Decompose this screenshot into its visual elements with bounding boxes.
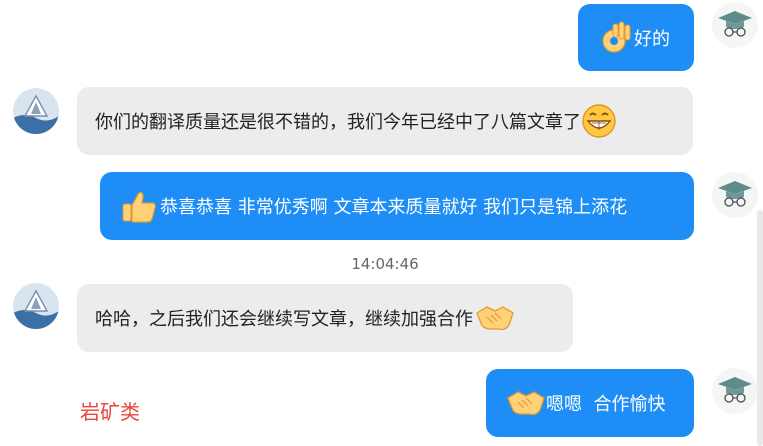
message-text: 好的 [634, 28, 670, 50]
avatar-self[interactable] [712, 368, 758, 414]
ok-hand-emoji [600, 20, 634, 56]
message-timestamp: 14:04:46 [351, 255, 419, 273]
message-bubble-self[interactable]: 好的 [578, 4, 694, 71]
message-bubble-contact[interactable]: 哈哈，之后我们还会继续写文章，继续加强合作 [77, 284, 573, 352]
thumbs-up-emoji [120, 187, 158, 225]
landscape-logo-avatar-icon [13, 88, 59, 134]
message-text: 你们的翻译质量还是很不错的，我们今年已经中了八篇文章了 [95, 112, 581, 133]
message-text: 嗯嗯 合作愉快 [546, 394, 666, 415]
message-bubble-contact[interactable]: 你们的翻译质量还是很不错的，我们今年已经中了八篇文章了 [77, 87, 693, 155]
message-bubble-self[interactable]: 嗯嗯 合作愉快 [486, 369, 694, 437]
avatar-self[interactable] [712, 2, 758, 48]
message-text: 恭喜恭喜 非常优秀啊 文章本来质量就好 我们只是锦上添花 [160, 197, 628, 218]
graduation-cap-avatar-icon [712, 368, 758, 414]
scrollbar[interactable] [757, 210, 763, 446]
grinning-face-emoji [581, 103, 617, 139]
handshake-emoji [475, 301, 515, 335]
landscape-logo-avatar-icon [13, 283, 59, 329]
category-label: 岩矿类 [80, 400, 140, 424]
avatar-self[interactable] [712, 172, 758, 218]
graduation-cap-avatar-icon [712, 172, 758, 218]
message-bubble-self[interactable]: 恭喜恭喜 非常优秀啊 文章本来质量就好 我们只是锦上添花 [100, 172, 694, 240]
handshake-emoji [506, 386, 546, 420]
avatar-contact[interactable] [13, 283, 59, 329]
graduation-cap-avatar-icon [712, 2, 758, 48]
avatar-contact[interactable] [13, 88, 59, 134]
message-text: 哈哈，之后我们还会继续写文章，继续加强合作 [95, 309, 473, 330]
